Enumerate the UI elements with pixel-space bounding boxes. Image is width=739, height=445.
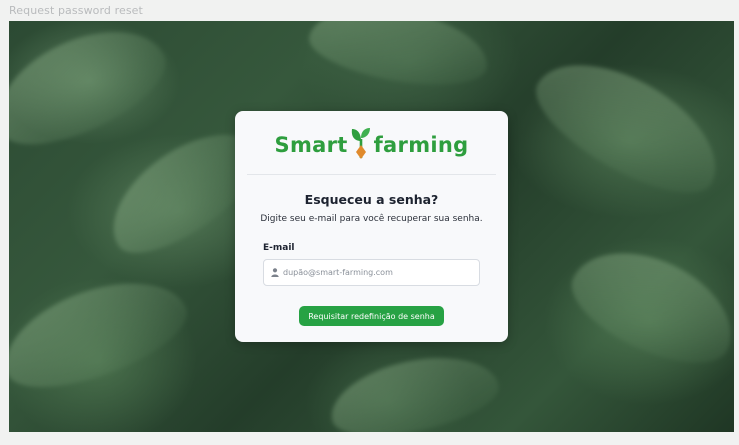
user-icon [271,268,279,277]
leaf-shape [9,21,180,165]
logo-word-right: farming [373,132,469,157]
request-reset-button[interactable]: Requisitar redefinição de senha [299,306,444,326]
logo-word-left: Smart [274,132,348,157]
password-reset-card: Smart farming Esqueceu a senha? Digite s… [235,111,508,342]
sprout-icon [351,128,370,159]
leaf-shape [9,261,198,406]
leaf-shape [304,21,494,97]
smart-farming-logo: Smart farming [235,125,508,165]
email-placeholder: dupão@smart-farming.com [283,268,393,277]
leaf-shape [323,344,505,432]
page-title: Esqueceu a senha? [304,192,439,207]
leaf-shape [519,37,734,215]
frame-title: Request password reset [9,4,143,17]
email-field[interactable]: dupão@smart-farming.com [263,259,480,286]
email-label: E-mail [263,243,295,253]
header-divider [247,174,496,175]
leaf-shape [557,229,734,383]
page-subtitle: Digite seu e-mail para você recuperar su… [260,214,483,224]
